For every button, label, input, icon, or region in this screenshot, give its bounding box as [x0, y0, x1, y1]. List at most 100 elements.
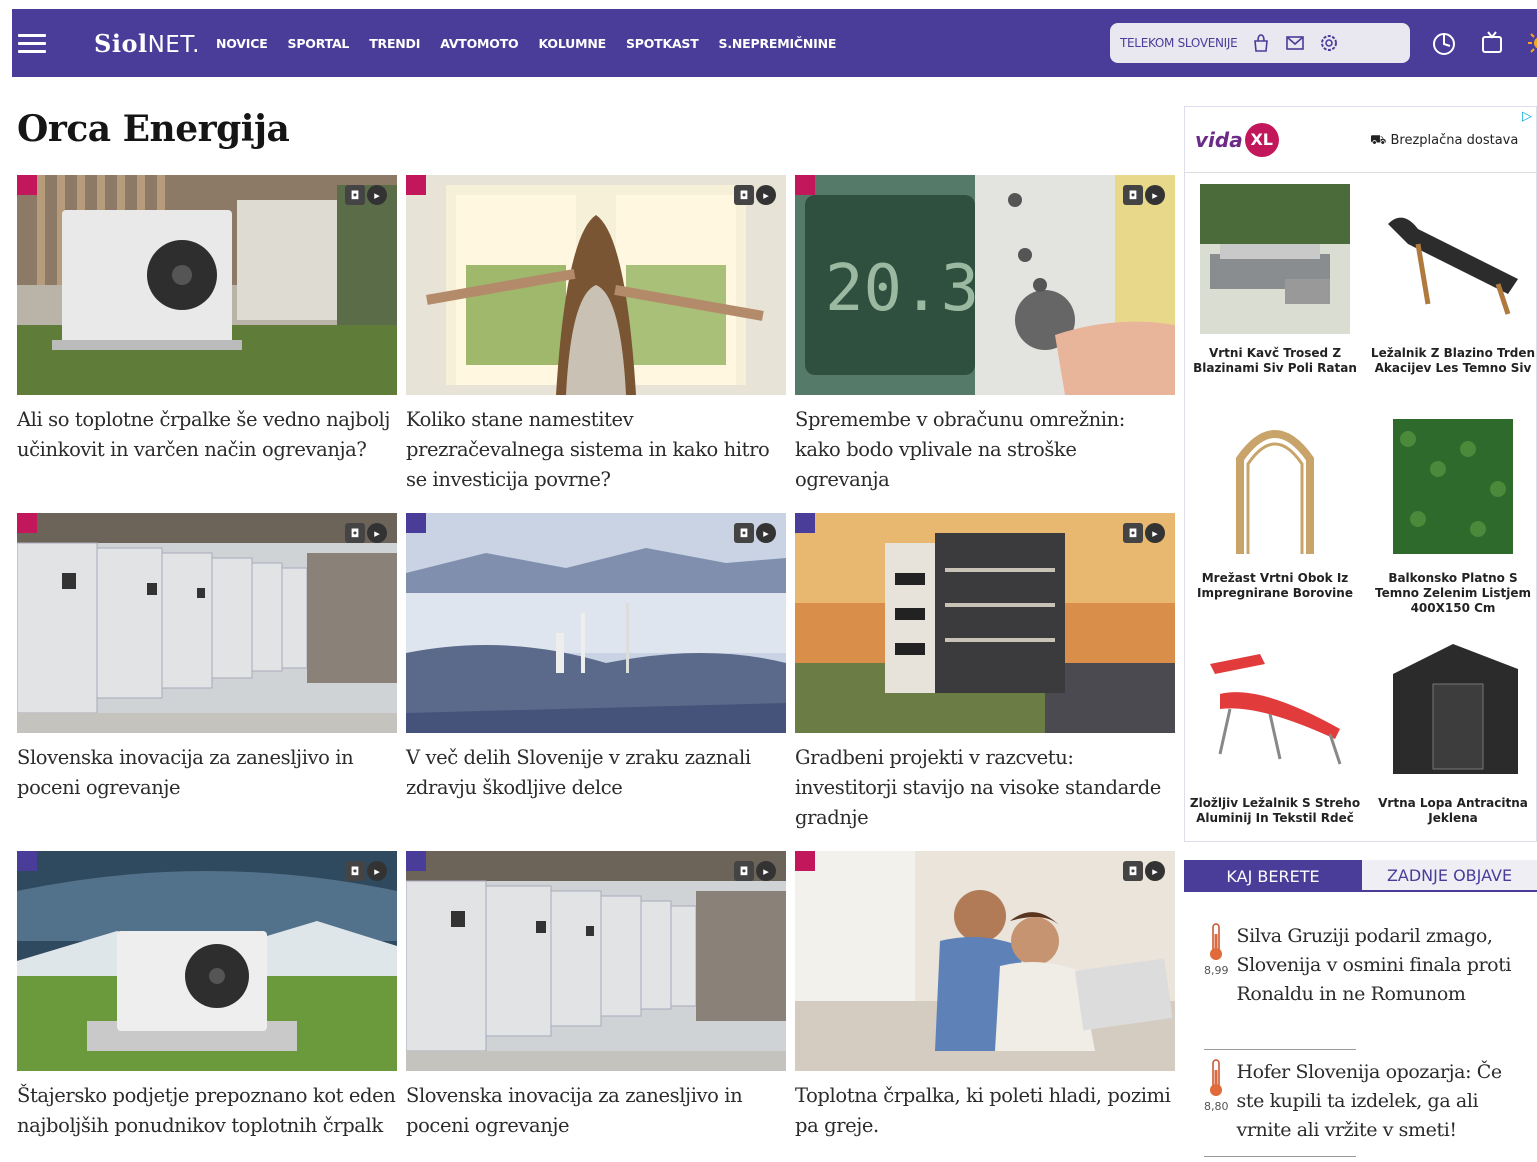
product-name[interactable]: Balkonsko Platno S Temno Zelenim Listjem… — [1365, 571, 1536, 616]
media-badges: ◘ ▸ — [345, 185, 387, 205]
adchoices-icon[interactable]: ▷ — [1522, 109, 1532, 124]
thermometer-icon — [1210, 923, 1223, 960]
article-card[interactable]: ◘ ▸ Ali so toplotne črpalke še vedno najb… — [17, 175, 397, 465]
article-thumbnail[interactable]: ◘ ▸ — [17, 513, 397, 733]
play-icon: ▸ — [756, 861, 776, 881]
camera-icon: ◘ — [1123, 861, 1143, 881]
menu-item-avtomoto[interactable]: AVTOMOTO — [440, 36, 518, 51]
article-card[interactable]: ◘ ▸ Gradbeni projekti v razcvetu: investi… — [795, 513, 1175, 833]
product-image[interactable] — [1376, 181, 1531, 336]
product-name[interactable]: Vrtna Lopa Antracitna Jeklena — [1365, 796, 1536, 826]
tv-icon[interactable] — [1478, 29, 1506, 57]
media-badges: ◘ ▸ — [1123, 185, 1165, 205]
category-tag — [406, 513, 426, 533]
trending-item[interactable]: 8,99 Silva Gruziji podaril zmago, Sloven… — [1204, 922, 1534, 1009]
play-icon: ▸ — [367, 861, 387, 881]
article-card[interactable]: ◘ ▸ V več delih Slovenije v zraku zaznali… — [406, 513, 786, 803]
settings-icon[interactable] — [1319, 33, 1339, 53]
play-icon: ▸ — [1145, 861, 1165, 881]
music-icon[interactable] — [1430, 29, 1458, 57]
trending-item[interactable]: 8,80 Hofer Slovenija opozarja: Če ste ku… — [1204, 1058, 1534, 1145]
article-card[interactable]: ◘ ▸ Toplotna črpalka, ki poleti hladi, po… — [795, 851, 1175, 1141]
article-thumbnail[interactable]: ◘ ▸ — [17, 175, 397, 395]
article-thumbnail[interactable]: ◘ ▸ — [406, 851, 786, 1071]
play-icon: ▸ — [1145, 185, 1165, 205]
article-headline[interactable]: Toplotna črpalka, ki poleti hladi, pozim… — [795, 1081, 1175, 1141]
media-badges: ◘ ▸ — [345, 523, 387, 543]
article-thumbnail[interactable]: ◘ ▸ — [17, 851, 397, 1071]
menu-item-kolumne[interactable]: KOLUMNE — [538, 36, 606, 51]
menu-item-snepremicnine[interactable]: S.NEPREMIČNINE — [719, 36, 837, 51]
menu-item-spotkast[interactable]: SPOTKAST — [626, 36, 699, 51]
telekom-link[interactable]: TELEKOM SLOVENIJE — [1120, 36, 1238, 50]
article-headline[interactable]: Štajersko podjetje prepoznano kot eden n… — [17, 1081, 397, 1141]
ad-brand-xl: XL — [1244, 122, 1279, 157]
product-name[interactable]: Zložljiv Ležalnik S Streho Aluminij In T… — [1187, 796, 1363, 826]
product-name[interactable]: Ležalnik Z Blazino Trden Akacijev Les Te… — [1365, 346, 1536, 376]
product-name[interactable]: Mrežast Vrtni Obok Iz Impregnirane Borov… — [1187, 571, 1363, 601]
product-image[interactable] — [1198, 181, 1353, 336]
ad-product[interactable]: Mrežast Vrtni Obok Iz Impregnirane Borov… — [1187, 406, 1363, 631]
article-headline[interactable]: Slovenska inovacija za zanesljivo in poc… — [17, 743, 397, 803]
article-card[interactable]: ◘ ▸ Štajersko podjetje prepoznano kot ede… — [17, 851, 397, 1141]
article-thumbnail[interactable]: 20.3 ◘ ▸ — [795, 175, 1175, 395]
product-image[interactable] — [1376, 406, 1531, 561]
ad-products: Vrtni Kavč Trosed Z Blazinami Siv Poli R… — [1185, 173, 1536, 841]
tab-kaj-berete[interactable]: KAJ BERETE — [1184, 860, 1362, 892]
ad-product[interactable]: Vrtni Kavč Trosed Z Blazinami Siv Poli R… — [1187, 181, 1363, 406]
article-headline[interactable]: Slovenska inovacija za zanesljivo in poc… — [406, 1081, 786, 1141]
media-badges: ◘ ▸ — [1123, 523, 1165, 543]
article-card[interactable]: 20.3 ◘ ▸ Spremembe v obračunu omrežnin: k… — [795, 175, 1175, 495]
article-card[interactable]: ◘ ▸ Koliko stane namestitev prezračevalne… — [406, 175, 786, 495]
article-headline[interactable]: Koliko stane namestitev prezračevalnega … — [406, 405, 786, 495]
logo-text-light: NET. — [147, 31, 200, 58]
category-tag — [406, 851, 426, 871]
tab-zadnje-objave[interactable]: ZADNJE OBJAVE — [1362, 860, 1537, 892]
ad-product[interactable]: Zložljiv Ležalnik S Streho Aluminij In T… — [1187, 631, 1363, 841]
product-image[interactable] — [1198, 631, 1353, 786]
sun-icon[interactable] — [1526, 29, 1537, 57]
play-icon: ▸ — [756, 523, 776, 543]
vidaxl-ad-banner[interactable]: vida XL ⛟ Brezplačna dostava ▷ Vrtni Kavč… — [1184, 106, 1537, 842]
article-card[interactable]: ◘ ▸ Slovenska inovacija za zanesljivo in … — [406, 851, 786, 1141]
article-headline[interactable]: Gradbeni projekti v razcvetu: investitor… — [795, 743, 1175, 833]
play-icon: ▸ — [756, 185, 776, 205]
siol-logo[interactable]: Siol NET. — [94, 29, 200, 58]
article-headline[interactable]: Spremembe v obračunu omrežnin: kako bodo… — [795, 405, 1175, 495]
camera-icon: ◘ — [345, 185, 365, 205]
svg-text:20.3: 20.3 — [825, 252, 979, 326]
menu-item-sportal[interactable]: SPORTAL — [288, 36, 350, 51]
article-thumbnail[interactable]: ◘ ▸ — [406, 513, 786, 733]
article-headline[interactable]: Ali so toplotne črpalke še vedno najbolj… — [17, 405, 397, 465]
camera-icon: ◘ — [345, 861, 365, 881]
trending-separator — [1204, 1049, 1356, 1050]
category-tag — [17, 513, 37, 533]
vidaxl-logo[interactable]: vida XL — [1195, 122, 1279, 157]
product-image[interactable] — [1376, 631, 1531, 786]
category-tag — [406, 175, 426, 195]
article-thumbnail[interactable]: ◘ ▸ — [795, 851, 1175, 1071]
ad-product[interactable]: Vrtna Lopa Antracitna Jeklena — [1365, 631, 1536, 841]
article-thumbnail[interactable]: ◘ ▸ — [795, 513, 1175, 733]
play-icon: ▸ — [367, 185, 387, 205]
article-thumbnail[interactable]: ◘ ▸ — [406, 175, 786, 395]
ad-product[interactable]: Ležalnik Z Blazino Trden Akacijev Les Te… — [1365, 181, 1536, 406]
product-image[interactable] — [1198, 406, 1353, 561]
menu-item-trendi[interactable]: TRENDI — [369, 36, 420, 51]
ad-product[interactable]: Balkonsko Platno S Temno Zelenim Listjem… — [1365, 406, 1536, 631]
category-tag — [795, 175, 815, 195]
mail-icon[interactable] — [1285, 33, 1305, 53]
top-navigation-bar: Siol NET. NOVICE SPORTAL TRENDI AVTOMOTO … — [12, 9, 1537, 77]
product-name[interactable]: Vrtni Kavč Trosed Z Blazinami Siv Poli R… — [1187, 346, 1363, 376]
category-tag — [17, 851, 37, 871]
category-tag — [17, 175, 37, 195]
camera-icon: ◘ — [345, 523, 365, 543]
trending-headline[interactable]: Silva Gruziji podaril zmago, Slovenija v… — [1237, 922, 1535, 1009]
shop-icon[interactable] — [1251, 33, 1271, 53]
menu-item-novice[interactable]: NOVICE — [216, 36, 268, 51]
hamburger-menu-icon[interactable] — [18, 33, 46, 53]
category-tag — [795, 513, 815, 533]
trending-headline[interactable]: Hofer Slovenija opozarja: Če ste kupili … — [1237, 1058, 1535, 1145]
article-headline[interactable]: V več delih Slovenije v zraku zaznali zd… — [406, 743, 786, 803]
article-card[interactable]: ◘ ▸ Slovenska inovacija za zanesljivo in … — [17, 513, 397, 803]
